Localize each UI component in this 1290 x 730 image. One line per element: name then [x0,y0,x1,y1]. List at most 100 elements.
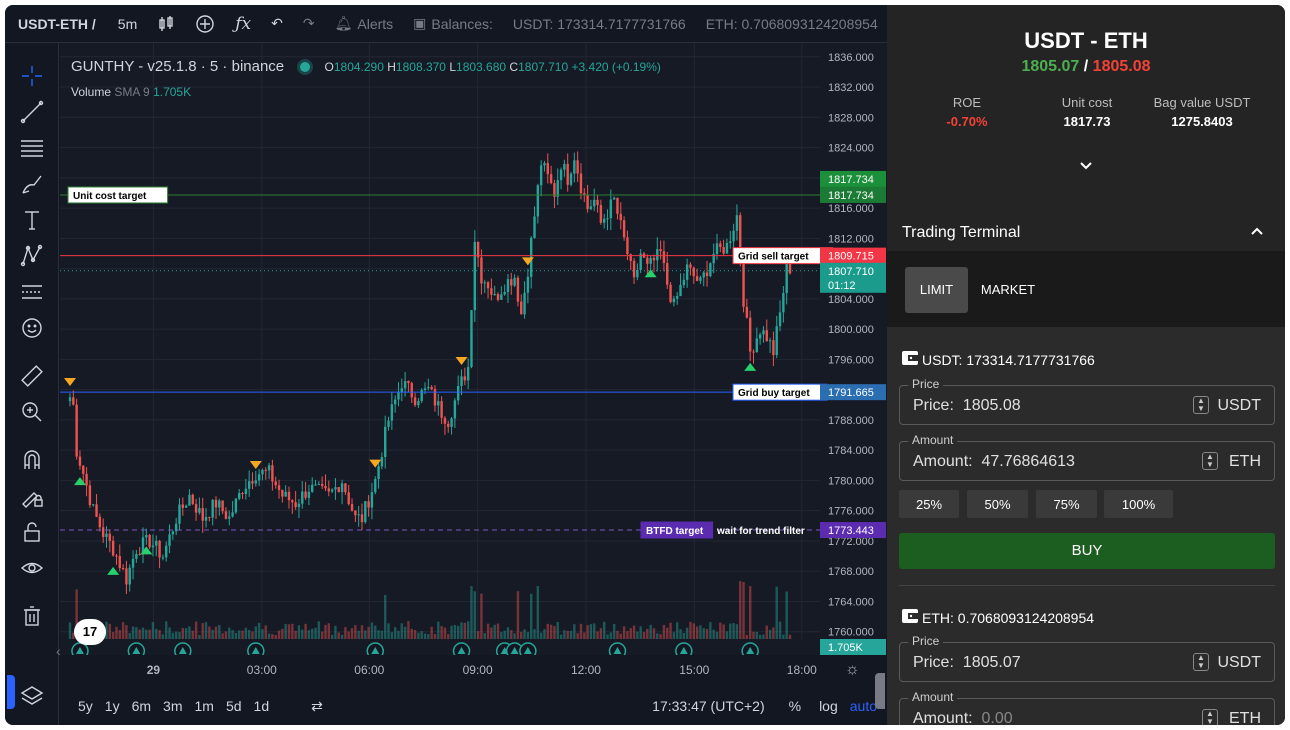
candle-body [758,334,762,339]
log-toggle[interactable]: log [819,698,838,714]
clock[interactable]: 17:33:47 (UTC+2) [652,698,764,714]
stepper-icon[interactable]: ▲ ▼ [1193,653,1209,671]
pair-title: USDT - ETH [1024,28,1148,53]
scroll-left-icon[interactable]: ‹ [56,643,61,659]
y-tick-label: 1784.000 [828,445,874,457]
volume-bar [778,621,782,639]
crosshair-icon[interactable] [19,63,45,89]
candle-body [732,230,735,242]
volume-bar [672,632,676,639]
symbol-search[interactable]: USDT-ETH / [18,16,96,32]
y-tick-label: 1796.000 [828,354,874,366]
add-compare-icon[interactable] [195,14,215,34]
chart-canvas[interactable]: Unit cost target Grid sell target Grid buy… [60,43,887,655]
range-6m[interactable]: 6m [132,698,151,714]
candle-body [271,465,274,482]
text-icon[interactable] [19,207,45,233]
range-1m[interactable]: 1m [195,698,214,714]
y-tick-label: 1812.000 [828,233,874,245]
redo-icon[interactable]: ↷ [303,15,315,32]
stepper-icon[interactable]: ▲ ▼ [1202,452,1218,470]
indicators-icon[interactable]: ƒx [235,14,251,34]
buy-marker [644,269,657,278]
balances-button[interactable]: ▣ Balances: [413,15,493,32]
magnet-icon[interactable] [19,447,45,473]
trend-line-icon[interactable] [19,99,45,125]
y-tick-label: 1824.000 [828,143,874,155]
volume-bar [496,623,500,639]
unlock-icon[interactable] [19,519,45,545]
range-1y[interactable]: 1y [105,698,120,714]
volume-bar [685,627,689,639]
tab-limit[interactable]: LIMIT [905,267,968,313]
auto-toggle[interactable]: auto [850,698,877,714]
interval-selector[interactable]: 5m [118,16,137,32]
stepper-icon[interactable]: ▲ ▼ [1193,396,1209,414]
lock-drawing-icon[interactable] [19,483,45,509]
range-5d[interactable]: 5d [226,698,242,714]
emoji-icon[interactable] [19,315,45,341]
volume-bar [287,624,291,639]
ruler-icon[interactable] [19,363,45,389]
forecast-icon[interactable] [19,279,45,305]
buy-button[interactable]: BUY [899,533,1275,569]
volume-bar [536,586,540,639]
terminal-header[interactable]: Trading Terminal [887,195,1285,251]
panel-toggle-handle[interactable] [875,673,885,709]
alerts-button[interactable]: 🔔︎ Alerts [335,15,394,32]
range-3m[interactable]: 3m [163,698,182,714]
pct-25-button[interactable]: 25% [899,490,959,518]
date-range-icon[interactable]: ⇄ [311,698,323,715]
volume-bar [563,630,566,639]
volume-bar [417,632,420,639]
buy-amount-field[interactable]: Amount Amount: 47.76864613 ▲ ▼ ETH [899,433,1275,481]
tab-market[interactable]: MARKET [975,267,1041,313]
pct-100-button[interactable]: 100% [1104,490,1173,518]
ohlc-values: O1804.290 H1808.370 L1803.680 C1807.710 … [324,60,661,74]
volume-bar [473,591,476,639]
volume-bar [649,624,652,639]
expand-chevron-icon[interactable] [1078,157,1094,173]
candle-body [384,426,387,457]
candle-body [719,243,722,248]
volume-bar [725,631,729,639]
pct-75-button[interactable]: 75% [1036,490,1097,518]
range-5y[interactable]: 5y [78,698,93,714]
candle-body [503,292,506,295]
candle-body [400,388,403,393]
pct-50-button[interactable]: 50% [967,490,1028,518]
pattern-icon[interactable] [19,243,45,269]
sell-amount-field[interactable]: Amount Amount: 0.00 ▲ ▼ ETH [899,690,1275,725]
visibility-icon[interactable] [19,555,45,581]
range-1d[interactable]: 1d [254,698,270,714]
volume-bar [642,632,646,639]
zoom-in-icon[interactable] [19,399,45,425]
brush-icon[interactable] [19,171,45,197]
volume-bar [264,625,267,639]
sell-price-field[interactable]: Price Price: 1805.07 ▲ ▼ USDT [899,634,1275,682]
trash-icon[interactable] [19,603,45,629]
chart-type-icon[interactable] [157,15,175,33]
percent-toggle[interactable]: % [789,698,801,714]
candle-body [145,535,148,538]
price-chart[interactable]: Unit cost target Grid sell target Grid buy… [56,43,887,687]
collapse-chevron-icon[interactable] [1249,223,1265,244]
amount-prefix: Amount: [913,710,973,725]
volume-bar [576,633,579,639]
undo-icon[interactable]: ↶ [271,15,283,32]
buy-price-field[interactable]: Price Price: 1805.08 ▲ ▼ USDT [899,377,1275,425]
volume-bar [622,626,626,639]
layers-icon[interactable] [19,683,45,709]
fib-icon[interactable] [19,135,45,161]
volume-bar [689,621,692,639]
volume-bar [274,634,277,639]
candle-body [563,163,566,170]
candle-body [490,288,493,295]
volume-bar [261,629,264,639]
tradingview-logo[interactable]: 17 [74,619,106,645]
candle-body [101,527,105,537]
sidebar-toggle-handle[interactable] [7,675,15,709]
axis-settings-icon[interactable]: ☼ [845,661,860,679]
candle-body [131,558,135,568]
stepper-icon[interactable]: ▲ ▼ [1202,709,1218,725]
